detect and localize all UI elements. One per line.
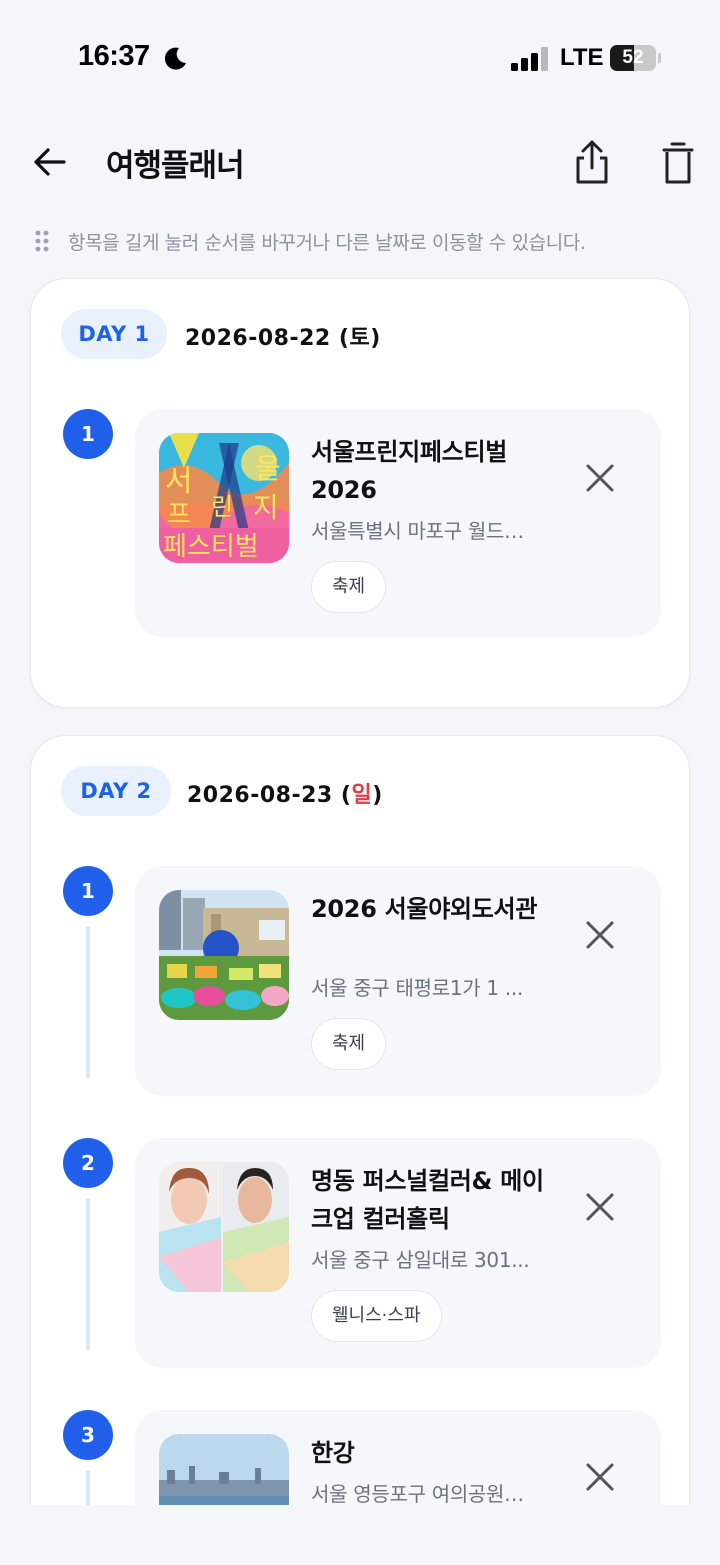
close-icon[interactable] [583, 1190, 617, 1224]
thumb-text: 지 [253, 491, 279, 524]
place-thumbnail [159, 890, 289, 1020]
place-card[interactable]: 2026 서울야외도서관 서울 중구 태평로1가 1 ... 축제 [135, 866, 661, 1096]
signal-icon [511, 47, 548, 71]
thumb-text: 페스티벌 [163, 532, 259, 562]
page-title: 여행플래너 [106, 148, 245, 184]
status-time: 16:37 [78, 40, 150, 72]
thumb-text: 서 [165, 464, 193, 499]
close-icon[interactable] [583, 1460, 617, 1494]
bottom-area [0, 1505, 720, 1565]
day-badge: DAY 2 [61, 766, 171, 816]
network-label: LTE [560, 44, 604, 71]
hint-text: 항목을 길게 눌러 순서를 바꾸거나 다른 날짜로 이동할 수 있습니다. [68, 231, 586, 254]
step-number: 3 [63, 1410, 113, 1460]
place-thumbnail: 서 울 프 린 지 페스티벌 [159, 433, 289, 563]
thumb-text: 린 [211, 493, 233, 521]
header: 여행플래너 [0, 130, 720, 194]
place-name: 서울프린지페스티벌 2026 [311, 438, 508, 504]
thumb-text: 프 [167, 500, 191, 530]
place-card[interactable]: 서 울 프 린 지 페스티벌 서울프린지페스티벌 2026 서울특별시 마포구 … [135, 409, 661, 637]
place-thumbnail [159, 1162, 289, 1292]
close-icon[interactable] [583, 461, 617, 495]
day-date: 2026-08-22 (토) [185, 326, 381, 351]
step-number: 1 [63, 866, 113, 916]
hint-row: 항목을 길게 눌러 순서를 바꾸거나 다른 날짜로 이동할 수 있습니다. [34, 226, 694, 256]
step-number: 2 [63, 1138, 113, 1188]
battery-percent: 52 [622, 47, 644, 68]
day-card-1: DAY 1 2026-08-22 (토) 1 서 울 프 린 지 페스티벌 서울… [30, 278, 690, 708]
back-arrow-icon[interactable] [30, 142, 70, 182]
battery-icon: 52 [610, 45, 661, 71]
place-name: 2026 서울야외도서관 [311, 895, 538, 923]
place-card[interactable]: 명동 퍼스널컬러& 메이크업 컬러홀릭 서울 중구 삼일대로 301... 웰니… [135, 1138, 661, 1368]
status-bar: 16:37 LTE 52 [0, 0, 720, 110]
place-address: 서울 영등포구 여의공원… [311, 1482, 524, 1506]
category-tag: 웰니스·스파 [311, 1290, 442, 1342]
thumb-text: 울 [255, 452, 281, 485]
drag-dots-icon [35, 230, 49, 252]
category-tag: 축제 [311, 1018, 387, 1070]
day-date: 2026-08-23 (일) [187, 783, 383, 808]
category-tag: 축제 [311, 561, 387, 613]
place-address: 서울 중구 태평로1가 1 ... [311, 976, 524, 1000]
place-name: 명동 퍼스널컬러& 메이크업 컬러홀릭 [311, 1167, 544, 1233]
moon-icon [164, 47, 186, 70]
timeline-line [86, 926, 90, 1078]
trash-icon[interactable] [656, 140, 700, 186]
step-number: 1 [63, 409, 113, 459]
place-address: 서울특별시 마포구 월드… [311, 519, 524, 543]
weekday: 일 [351, 783, 373, 808]
place-name: 한강 [311, 1439, 355, 1467]
place-address: 서울 중구 삼일대로 301... [311, 1248, 530, 1272]
timeline-line [86, 1198, 90, 1350]
day-badge: DAY 1 [61, 309, 167, 359]
share-icon[interactable] [570, 138, 614, 186]
day-card-2: DAY 2 2026-08-23 (일) 1 2026 서울야외도서관 서울 중… [30, 735, 690, 1565]
weekday: 토 [349, 326, 371, 351]
close-icon[interactable] [583, 918, 617, 952]
